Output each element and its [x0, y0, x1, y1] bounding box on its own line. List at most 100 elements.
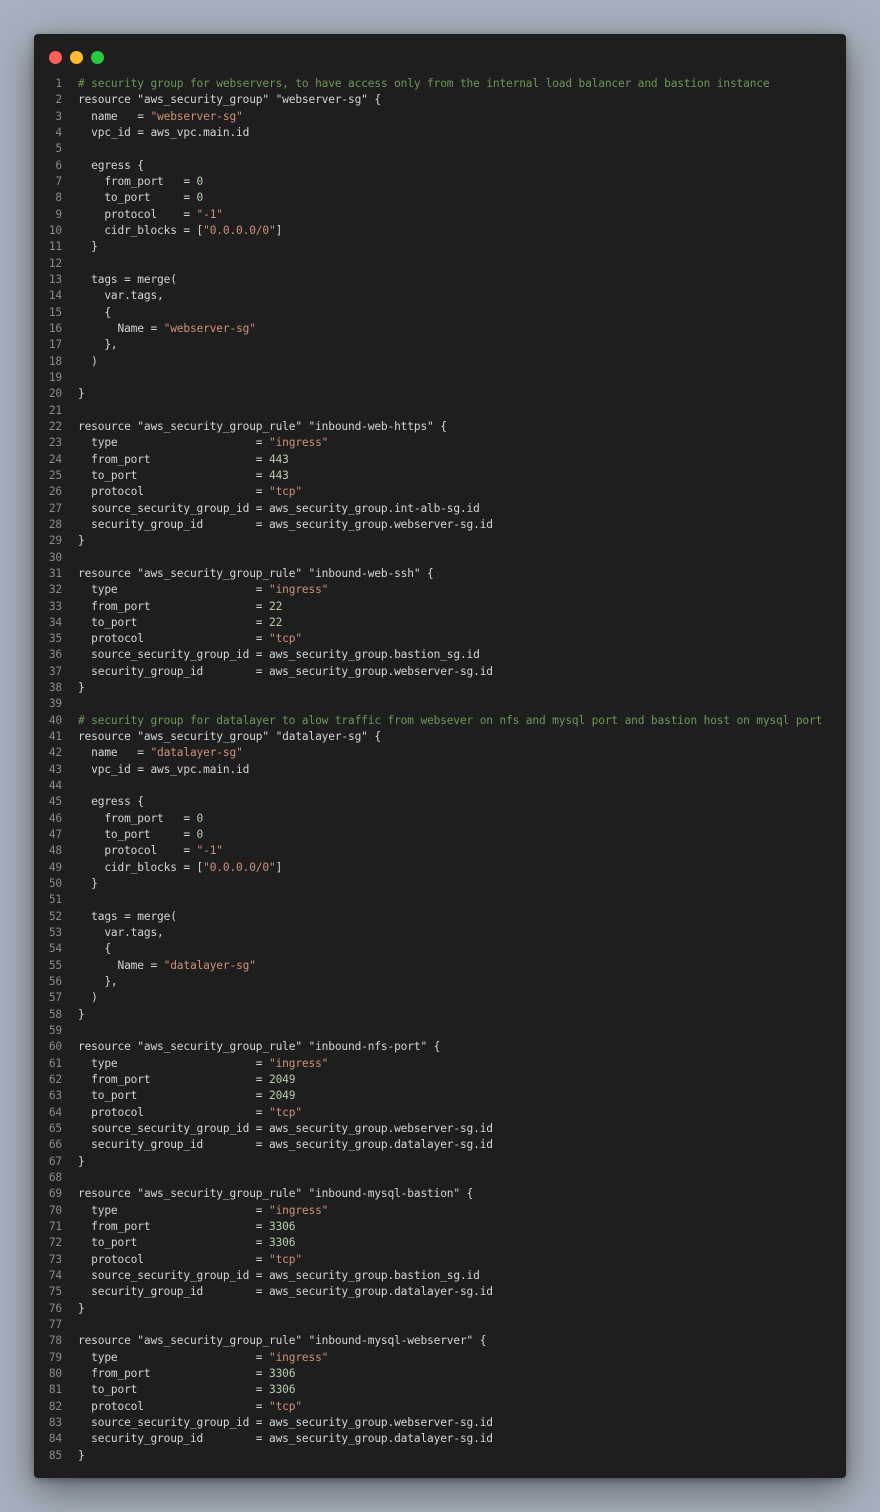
code-line: 65 source_security_group_id = aws_securi…	[34, 1121, 846, 1137]
line-source: source_security_group_id = aws_security_…	[78, 1268, 480, 1284]
number-token: 0	[196, 828, 204, 842]
code-line: 75 security_group_id = aws_security_grou…	[34, 1284, 846, 1300]
plain-token: var.tags,	[78, 926, 164, 940]
line-number: 19	[48, 370, 62, 384]
plain-token: resource "aws_security_group_rule" "inbo…	[78, 566, 434, 580]
code-line: 30	[34, 550, 846, 566]
plain-token: var.tags,	[78, 289, 164, 303]
line-number: 57	[48, 991, 62, 1005]
line-number: 65	[48, 1122, 62, 1135]
line-source: }	[78, 1301, 85, 1317]
line-number: 44	[48, 779, 62, 793]
line-source: to_port = 3306	[78, 1235, 295, 1251]
line-number: 48	[48, 844, 62, 858]
line-source: to_port = 443	[78, 468, 289, 484]
plain-token: security_group_id = aws_security_group.d…	[78, 1285, 493, 1299]
plain-token: }	[78, 1007, 85, 1021]
line-source: protocol = "-1"	[78, 843, 223, 859]
code-line: 29}	[34, 533, 846, 549]
number-token: 0	[196, 174, 204, 188]
line-number: 9	[55, 207, 62, 221]
line-source: from_port = 3306	[78, 1366, 295, 1382]
plain-token: from_port =	[78, 174, 197, 188]
number-token: 2049	[268, 1073, 296, 1087]
line-source: vpc_id = aws_vpc.main.id	[78, 762, 249, 778]
line-source: resource "aws_security_group_rule" "inbo…	[78, 1333, 486, 1349]
line-number: 74	[48, 1268, 62, 1282]
code-line: 53 var.tags,	[34, 925, 846, 941]
plain-token: from_port =	[78, 452, 269, 466]
plain-token: protocol =	[78, 1105, 269, 1119]
code-line: 10 cidr_blocks = ["0.0.0.0/0"]	[34, 223, 846, 239]
code-line: 50 }	[34, 876, 846, 892]
line-number: 24	[48, 452, 62, 466]
line-source: }	[78, 876, 98, 892]
plain-token: }	[78, 877, 98, 891]
string-token: "ingress"	[268, 583, 329, 597]
line-number: 79	[48, 1350, 62, 1364]
line-number: 52	[48, 909, 62, 923]
plain-token: vpc_id = aws_vpc.main.id	[78, 762, 250, 776]
line-source: type = "ingress"	[78, 435, 328, 451]
line-source: security_group_id = aws_security_group.w…	[78, 517, 493, 533]
plain-token: egress {	[78, 795, 144, 809]
line-source: to_port = 0	[78, 827, 203, 843]
number-token: 0	[196, 811, 204, 825]
line-number: 81	[48, 1383, 62, 1397]
line-number: 70	[48, 1203, 62, 1217]
line-source: type = "ingress"	[78, 582, 328, 598]
minimize-window-icon[interactable]	[70, 51, 83, 64]
code-line: 34 to_port = 22	[34, 615, 846, 631]
string-token: "tcp"	[268, 632, 302, 646]
plain-token: },	[78, 338, 118, 352]
line-number: 51	[48, 893, 62, 907]
line-source: source_security_group_id = aws_security_…	[78, 1121, 493, 1137]
line-source: protocol = "-1"	[78, 207, 223, 223]
code-line: 33 from_port = 22	[34, 599, 846, 615]
string-token: "datalayer-sg"	[150, 746, 243, 760]
line-source: type = "ingress"	[78, 1350, 328, 1366]
plain-token: egress {	[78, 158, 144, 172]
line-number: 41	[48, 730, 62, 744]
code-line: 83 source_security_group_id = aws_securi…	[34, 1415, 846, 1431]
plain-token: type =	[78, 1203, 269, 1217]
line-source: Name = "datalayer-sg"	[78, 958, 256, 974]
code-line: 82 protocol = "tcp"	[34, 1399, 846, 1415]
code-line: 63 to_port = 2049	[34, 1088, 846, 1104]
code-line: 70 type = "ingress"	[34, 1203, 846, 1219]
number-token: 3306	[268, 1219, 296, 1233]
line-source: var.tags,	[78, 925, 164, 941]
code-line: 51	[34, 892, 846, 908]
close-window-icon[interactable]	[49, 51, 62, 64]
string-token: "-1"	[196, 207, 223, 221]
code-line: 47 to_port = 0	[34, 827, 846, 843]
line-source: # security group for datalayer to alow t…	[78, 713, 822, 729]
plain-token: source_security_group_id = aws_security_…	[78, 648, 480, 662]
line-source: protocol = "tcp"	[78, 484, 302, 500]
line-number: 54	[48, 942, 62, 956]
line-source: source_security_group_id = aws_security_…	[78, 501, 480, 517]
number-token: 0	[196, 191, 204, 205]
line-source: from_port = 3306	[78, 1219, 295, 1235]
zoom-window-icon[interactable]	[91, 51, 104, 64]
code-line: 85}	[34, 1448, 846, 1464]
line-source: name = "datalayer-sg"	[78, 745, 243, 761]
line-number: 26	[48, 485, 62, 499]
plain-token: resource "aws_security_group" "datalayer…	[78, 730, 381, 744]
code-line: 38}	[34, 680, 846, 696]
code-line: 12	[34, 256, 846, 272]
plain-token: },	[78, 975, 118, 989]
code-line: 28 security_group_id = aws_security_grou…	[34, 517, 846, 533]
line-source: {	[78, 305, 111, 321]
line-source: security_group_id = aws_security_group.d…	[78, 1284, 493, 1300]
plain-token: security_group_id = aws_security_group.w…	[78, 517, 493, 531]
line-number: 67	[48, 1154, 62, 1168]
code-line: 8 to_port = 0	[34, 190, 846, 206]
string-token: "datalayer-sg"	[163, 958, 256, 972]
line-number: 28	[48, 517, 62, 531]
code-line: 43 vpc_id = aws_vpc.main.id	[34, 762, 846, 778]
plain-token: from_port =	[78, 1219, 269, 1233]
code-line: 17 },	[34, 337, 846, 353]
code-line: 58}	[34, 1007, 846, 1023]
line-number: 83	[48, 1415, 62, 1429]
